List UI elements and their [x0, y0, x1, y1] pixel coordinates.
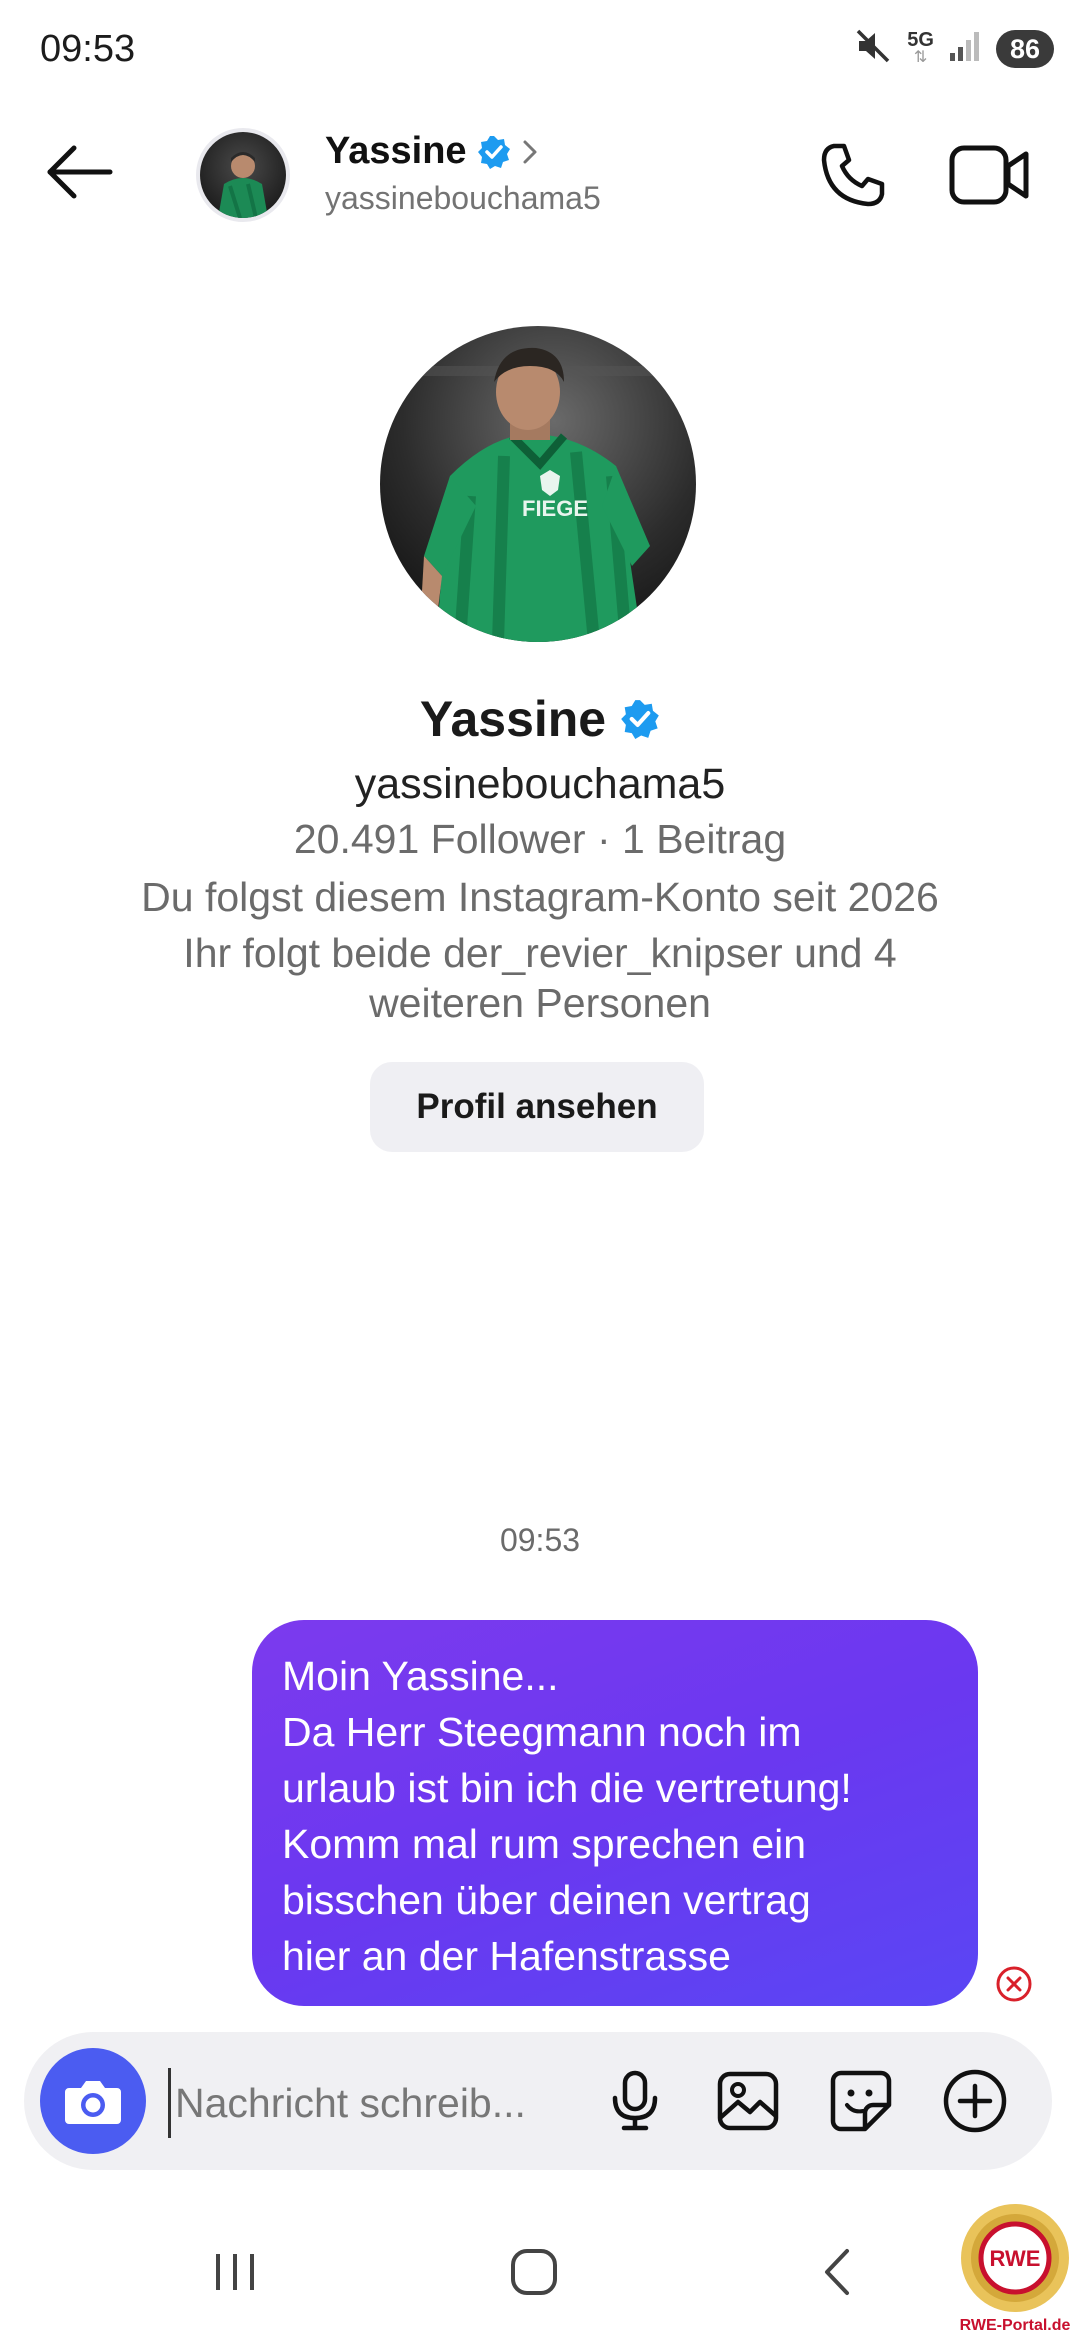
gallery-icon — [717, 2071, 779, 2131]
mutual-line-2: weiteren Personen — [369, 980, 711, 1026]
verified-badge-icon — [477, 135, 510, 169]
header-name-text: Yassine — [325, 130, 467, 172]
verified-badge-icon — [621, 700, 659, 739]
message-timestamp: 09:53 — [499, 1522, 581, 1558]
profile-username: yassinebouchama5 — [354, 760, 726, 808]
profile-name: Yassine — [0, 690, 1080, 748]
recent-apps-icon — [216, 2254, 254, 2290]
gallery-button[interactable] — [713, 2066, 783, 2136]
recent-apps-button[interactable] — [195, 2232, 275, 2312]
battery-icon: 86 — [995, 29, 1054, 68]
header-username[interactable]: yassinebouchama5 — [325, 180, 601, 217]
network-type: 5G — [907, 28, 934, 51]
rwe-badge-text: RWE — [990, 2246, 1041, 2271]
message-line: Da Herr Steegmann noch im — [282, 1709, 802, 1755]
video-call-button[interactable] — [948, 142, 1032, 208]
home-icon — [511, 2249, 557, 2295]
profile-stats: 20.491 Follower · 1 Beitrag — [293, 816, 787, 862]
phone-icon — [821, 143, 885, 207]
message-line: hier an der Hafenstrasse — [282, 1933, 731, 1979]
mutual-line-1: Ihr folgt beide der_revier_knipser und 4 — [183, 930, 897, 976]
view-profile-button[interactable]: Profil ansehen — [370, 1062, 704, 1152]
status-icons: 5G ⇅ 86 — [855, 28, 1054, 69]
sticker-icon — [830, 2070, 892, 2132]
message-line: urlaub ist bin ich die vertretung! — [282, 1765, 852, 1811]
mutual-followers-text: Ihr folgt beide der_revier_knipser und 4… — [110, 928, 970, 1028]
header-name[interactable]: Yassine — [325, 130, 539, 173]
camera-icon — [65, 2081, 121, 2124]
message-line: Moin Yassine... — [282, 1653, 559, 1699]
system-back-button[interactable] — [797, 2232, 877, 2312]
message-line: bisschen über deinen vertrag — [282, 1877, 811, 1923]
rwe-portal-watermark: RWE RWE-Portal.de — [955, 2202, 1075, 2336]
profile-name-text: Yassine — [419, 691, 607, 747]
header-avatar[interactable] — [196, 128, 290, 222]
more-options-button[interactable] — [940, 2066, 1010, 2136]
sticker-button[interactable] — [826, 2066, 896, 2136]
message-input[interactable] — [168, 2068, 587, 2138]
sent-message-bubble[interactable]: Moin Yassine... Da Herr Steegmann noch i… — [252, 1620, 978, 2006]
camera-button[interactable] — [40, 2048, 146, 2154]
video-camera-icon — [949, 145, 1029, 205]
back-icon — [825, 2249, 849, 2295]
message-failed-icon[interactable] — [995, 1965, 1033, 2003]
microphone-icon — [612, 2070, 658, 2131]
mute-icon — [855, 28, 893, 69]
audio-call-button[interactable] — [818, 140, 888, 210]
plus-icon — [943, 2069, 1007, 2133]
signal-icon — [948, 29, 982, 68]
rwe-portal-text: RWE-Portal.de — [960, 2317, 1071, 2334]
network-5g-icon: 5G ⇅ — [907, 28, 934, 66]
home-button[interactable] — [494, 2232, 574, 2312]
back-arrow-icon — [47, 145, 113, 199]
back-button[interactable] — [44, 142, 114, 202]
following-since-text: Du folgst diesem Instagram-Konto seit 20… — [141, 874, 939, 920]
message-line: Komm mal rum sprechen ein — [282, 1821, 807, 1867]
profile-photo[interactable]: FIEGE — [380, 326, 696, 642]
voice-message-button[interactable] — [600, 2066, 670, 2136]
jersey-sponsor: FIEGE — [522, 496, 588, 521]
chevron-right-icon — [523, 140, 537, 163]
status-time: 09:53 — [40, 28, 136, 70]
